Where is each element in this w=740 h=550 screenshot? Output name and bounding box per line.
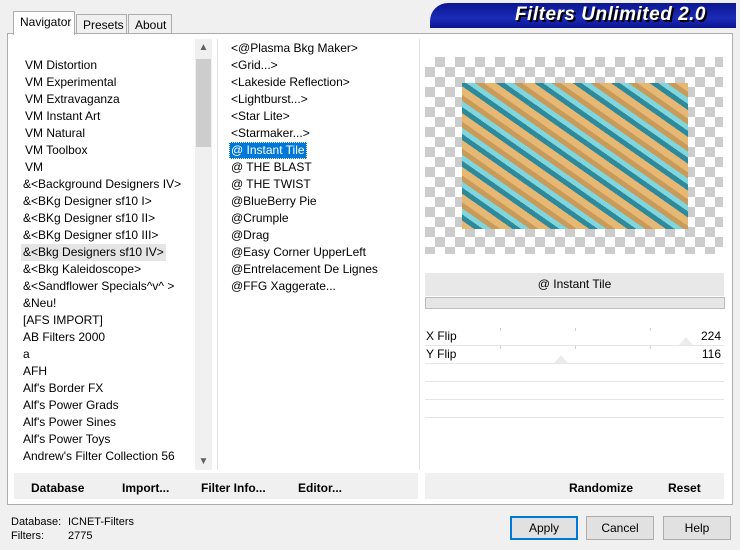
filter-item[interactable]: <Star Lite> (229, 108, 292, 125)
category-item[interactable]: Andrew's Filter Collection 56 (21, 448, 177, 465)
filters-unlimited-window: { "app": { "title": "Filters Unlimited 2… (0, 0, 740, 550)
slider-thumb[interactable] (554, 355, 568, 363)
apply-button[interactable]: Apply (510, 516, 578, 540)
cancel-button[interactable]: Cancel (586, 516, 654, 540)
title-banner: Filters Unlimited 2.0 (430, 3, 736, 28)
category-item[interactable]: &<Bkg Designers sf10 IV> (21, 244, 166, 261)
preview-image (425, 57, 723, 254)
filter-item[interactable]: @ Instant Tile (229, 142, 307, 159)
category-item[interactable]: [AFS IMPORT] (21, 312, 105, 329)
database-label: Database: (11, 516, 62, 528)
tab-navigator[interactable]: Navigator (13, 11, 75, 35)
param-row-empty (425, 382, 724, 400)
filter-info-button[interactable]: Filter Info... (201, 481, 266, 496)
scroll-thumb[interactable] (196, 59, 211, 147)
selected-filter-title: @ Instant Tile (425, 273, 724, 296)
param-row-y-flip[interactable]: Y Flip 116 (425, 346, 724, 364)
tab-about[interactable]: About (128, 14, 172, 34)
tick (575, 328, 576, 331)
progress-bar (425, 297, 725, 309)
tick (650, 328, 651, 331)
randomize-button[interactable]: Randomize (569, 481, 633, 496)
param-label: Y Flip (426, 347, 457, 361)
reset-button[interactable]: Reset (668, 481, 701, 496)
help-button[interactable]: Help (663, 516, 731, 540)
category-item[interactable]: VM Toolbox (23, 142, 89, 159)
divider (217, 39, 218, 470)
category-scrollbar[interactable]: ▲ ▼ (195, 39, 212, 470)
filters-count: 2775 (68, 530, 93, 542)
import-button[interactable]: Import... (122, 481, 169, 496)
category-item[interactable]: &Neu! (21, 295, 58, 312)
param-row-empty (425, 364, 724, 382)
category-item[interactable]: Alf's Power Sines (21, 414, 118, 431)
param-value: 224 (700, 329, 721, 343)
param-label: X Flip (426, 329, 457, 343)
category-list[interactable]: VM Distortion VM Experimental VM Extravaga… (19, 57, 195, 467)
category-item[interactable]: &<BKg Designer sf10 I> (21, 193, 154, 210)
database-value: ICNET-Filters (68, 516, 134, 528)
tab-presets[interactable]: Presets (76, 14, 127, 34)
editor-button[interactable]: Editor... (298, 481, 342, 496)
divider (419, 39, 420, 470)
scroll-down-icon[interactable]: ▼ (195, 453, 212, 470)
scroll-up-icon[interactable]: ▲ (195, 39, 212, 56)
category-item[interactable]: VM Natural (23, 125, 87, 142)
param-row-x-flip[interactable]: X Flip 224 (425, 328, 724, 346)
tick (500, 328, 501, 331)
category-item[interactable]: AFH (21, 363, 49, 380)
app-title: Filters Unlimited 2.0 (514, 4, 706, 25)
filter-item[interactable]: <Starmaker...> (229, 125, 312, 142)
category-item[interactable]: &<Bkg Kaleidoscope> (21, 261, 143, 278)
filter-item[interactable]: <Lakeside Reflection> (229, 74, 352, 91)
param-row-empty (425, 400, 724, 418)
category-item[interactable]: AB Filters 2000 (21, 329, 107, 346)
category-item[interactable]: VM (23, 159, 45, 176)
category-item[interactable]: Alf's Power Grads (21, 397, 121, 414)
param-value: 116 (701, 347, 721, 361)
category-item[interactable]: VM Instant Art (23, 108, 102, 125)
category-item[interactable]: VM Distortion (23, 57, 99, 74)
category-item[interactable]: Alf's Power Toys (21, 431, 112, 448)
category-item[interactable]: Alf's Border FX (21, 380, 105, 397)
database-button[interactable]: Database (31, 481, 84, 496)
filter-item[interactable]: @BlueBerry Pie (229, 193, 319, 210)
tick (500, 346, 501, 349)
filter-item[interactable]: @Crumple (229, 210, 291, 227)
category-item[interactable]: &<BKg Designer sf10 III> (21, 227, 160, 244)
category-item[interactable]: VM Experimental (23, 74, 118, 91)
filter-item[interactable]: @FFG Xaggerate... (229, 278, 338, 295)
filters-label: Filters: (11, 530, 44, 542)
filter-item[interactable]: <@Plasma Bkg Maker> (229, 40, 360, 57)
filter-item[interactable]: <Grid...> (229, 57, 280, 74)
filter-item[interactable]: <Lightburst...> (229, 91, 310, 108)
parameter-panel: X Flip 224 Y Flip 116 (425, 328, 724, 426)
filter-item[interactable]: @Easy Corner UpperLeft (229, 244, 368, 261)
filter-list[interactable]: <@Plasma Bkg Maker> <Grid...> <Lakeside Re… (227, 40, 417, 470)
filter-item[interactable]: @Entrelacement De Lignes (229, 261, 380, 278)
slider-thumb[interactable] (679, 337, 693, 345)
category-item[interactable]: VM Extravaganza (23, 91, 122, 108)
preview-frame (462, 83, 688, 229)
category-item[interactable]: &<Background Designers IV> (21, 176, 183, 193)
filter-item[interactable]: @Drag (229, 227, 271, 244)
tick (575, 346, 576, 349)
filter-item[interactable]: @ THE BLAST (229, 159, 314, 176)
category-item[interactable]: &<BKg Designer sf10 II> (21, 210, 157, 227)
filter-item[interactable]: @ THE TWIST (229, 176, 313, 193)
tick (650, 346, 651, 349)
category-item[interactable]: &<Sandflower Specials^v^ > (21, 278, 176, 295)
category-item[interactable]: a (21, 346, 32, 363)
